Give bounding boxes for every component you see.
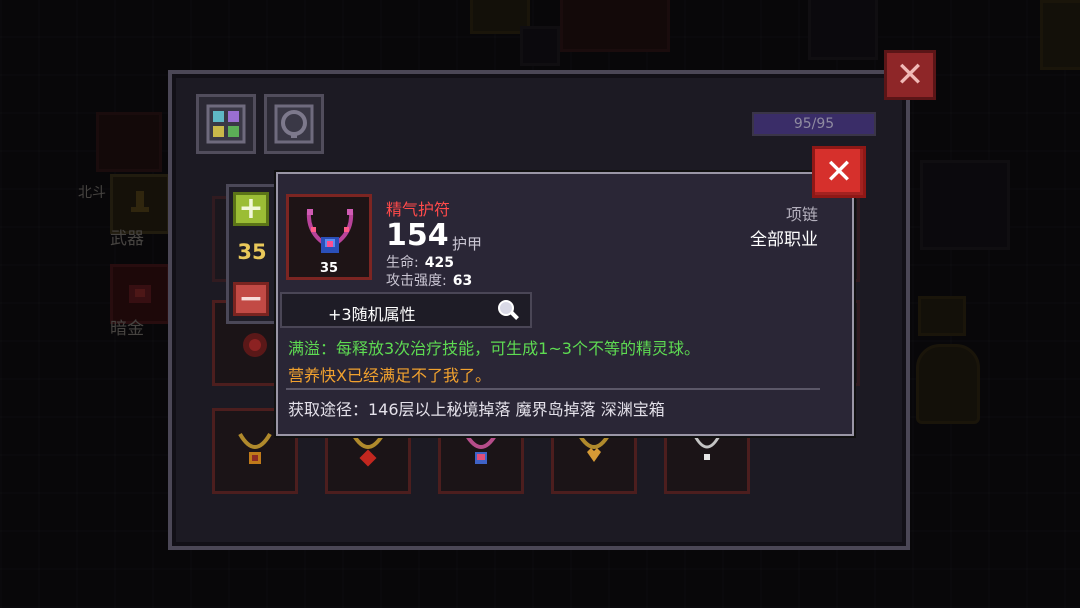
item-class-restriction: 全部职业 <box>750 230 818 250</box>
close-icon: ✕ <box>824 152 854 192</box>
random-attribute-button[interactable]: +3随机属性 <box>280 292 532 328</box>
item-icon-frame: 35 <box>286 194 372 280</box>
level-plus-button[interactable]: + <box>233 192 269 226</box>
dark-necklace-icon <box>243 333 267 357</box>
minus-icon: − <box>238 281 264 316</box>
item-armor-value: 154 <box>386 218 449 253</box>
hp-bar-text: 95/95 <box>793 116 835 132</box>
item-type: 项链 <box>785 205 818 224</box>
inventory-tab-icon <box>206 104 246 144</box>
level-minus-button[interactable]: − <box>233 282 269 316</box>
tab-inventory[interactable] <box>196 94 256 154</box>
level-value: 35 <box>237 240 267 264</box>
tooltip-close-button[interactable]: ✕ <box>812 146 866 198</box>
magnifier-icon <box>498 300 519 320</box>
stat-label: 生命: <box>386 255 419 271</box>
stat-label: 攻击强度: <box>386 273 447 289</box>
random-attribute-label: +3随机属性 <box>328 305 416 324</box>
gold-necklace-icon <box>238 432 272 464</box>
item-name: 精气护符 <box>386 200 451 219</box>
tab-necklace[interactable] <box>264 94 324 154</box>
item-source-text: 获取途径：146层以上秘境掉落 魔界岛掉落 深渊宝箱 <box>288 400 665 419</box>
tooltip-divider <box>286 388 820 390</box>
spirit-amulet-icon <box>306 209 354 253</box>
close-icon: ✕ <box>895 55 925 95</box>
stat-value: 63 <box>452 273 473 289</box>
stat-row-attack: 攻击强度: 63 <box>386 270 472 290</box>
plus-icon: + <box>238 191 264 226</box>
item-level-badge: 35 <box>319 261 339 276</box>
item-effect-description: 满溢：每释放3次治疗技能，可生成1~3个不等的精灵球。 <box>288 339 700 358</box>
stat-row-hp: 生命: 425 <box>386 252 454 272</box>
item-armor-label: 护甲 <box>452 235 483 253</box>
necklace-tab-icon <box>274 104 314 144</box>
panel-close-button[interactable]: ✕ <box>884 50 936 100</box>
hp-bar: 95/95 <box>752 112 876 136</box>
stat-value: 425 <box>424 255 454 271</box>
item-flavor-text: 营养快X已经满足不了我了。 <box>288 366 491 385</box>
